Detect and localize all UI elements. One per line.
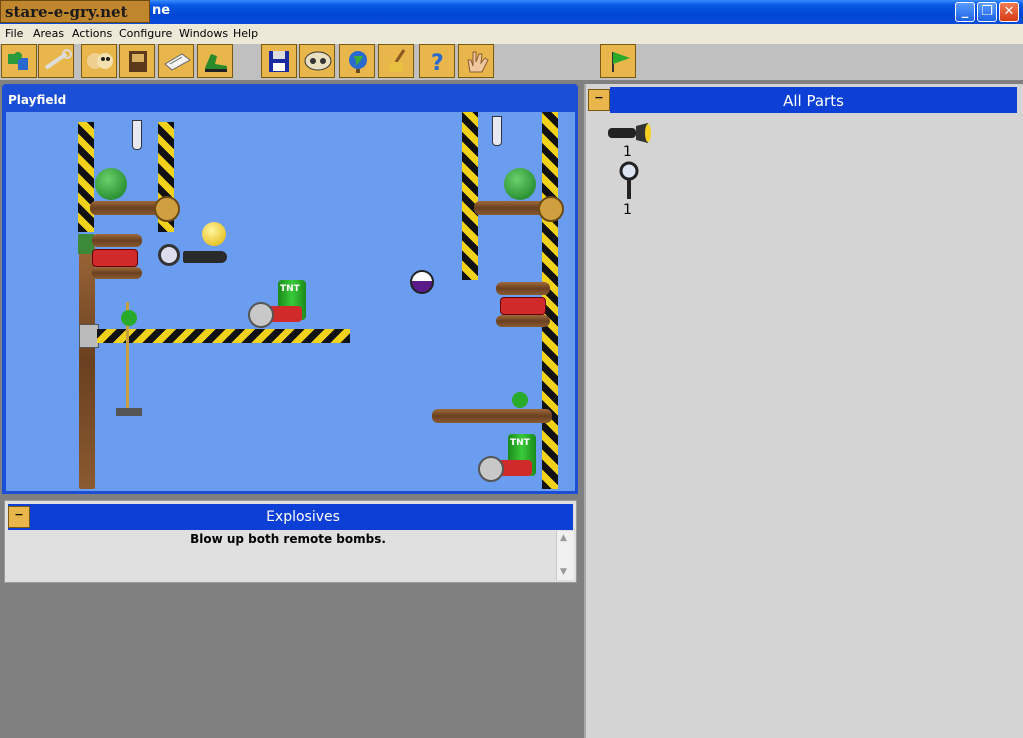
globe-button[interactable] xyxy=(339,44,375,78)
tools-button[interactable] xyxy=(38,44,74,78)
window-title: ne xyxy=(152,3,171,18)
shoe-icon xyxy=(205,54,227,72)
menu-areas[interactable]: Areas xyxy=(33,27,64,40)
menu-configure[interactable]: Configure xyxy=(119,27,172,40)
puzzle-button[interactable] xyxy=(1,44,37,78)
svg-text:?: ? xyxy=(431,51,444,74)
fan-icon xyxy=(512,392,528,408)
hand-icon xyxy=(467,51,489,73)
log-incline xyxy=(496,282,550,295)
goal-scrollbar[interactable]: ▲ ▼ xyxy=(556,531,574,580)
log-incline xyxy=(92,267,142,279)
light-bulb-icon xyxy=(202,222,226,246)
flag-icon xyxy=(612,52,630,72)
hazard-wall xyxy=(78,122,94,232)
magnifier-icon xyxy=(158,244,180,266)
goal-title: Explosives xyxy=(266,509,340,525)
tape-button[interactable] xyxy=(299,44,335,78)
log-incline xyxy=(496,315,550,327)
pulley-wheel-icon xyxy=(538,196,564,222)
tnt-label: TNT xyxy=(510,438,530,448)
playfield-canvas[interactable]: TNT TNT xyxy=(6,112,575,491)
close-button[interactable]: ✕ xyxy=(999,2,1019,22)
bowling-ball-icon xyxy=(504,168,536,200)
flashlight-icon xyxy=(183,251,227,263)
puzzle-icon xyxy=(8,52,28,70)
minimize-button[interactable]: _ xyxy=(955,2,975,22)
base-icon xyxy=(116,408,142,416)
shoe-button[interactable] xyxy=(197,44,233,78)
paper-button[interactable] xyxy=(158,44,194,78)
bowling-ball-icon xyxy=(95,168,127,200)
log-incline xyxy=(432,409,552,423)
parts-title: All Parts xyxy=(783,92,844,110)
tnt-label: TNT xyxy=(280,284,300,294)
menu-file[interactable]: File xyxy=(5,27,23,40)
globe-icon xyxy=(349,51,367,73)
flashlight-icon xyxy=(608,123,651,143)
goal-description: Blow up both remote bombs. xyxy=(190,532,386,546)
remote-dial-icon xyxy=(248,302,274,328)
test-tube-icon xyxy=(492,116,502,146)
dynamite-icon xyxy=(500,297,546,315)
save-icon xyxy=(269,51,289,72)
part-count: 1 xyxy=(623,202,632,218)
menu-actions[interactable]: Actions xyxy=(72,27,112,40)
save-button[interactable] xyxy=(261,44,297,78)
paper-icon xyxy=(164,53,191,71)
fan-icon xyxy=(121,310,137,326)
hand-button[interactable] xyxy=(458,44,494,78)
hazard-platform xyxy=(97,329,350,343)
book-button[interactable] xyxy=(119,44,155,78)
switch-box-icon xyxy=(79,324,99,348)
pulley-wheel-icon xyxy=(154,196,180,222)
faces-icon xyxy=(87,53,113,69)
magnifier-icon xyxy=(619,161,639,199)
wrench-icon xyxy=(44,49,72,70)
start-button[interactable] xyxy=(600,44,636,78)
menu-help[interactable]: Help xyxy=(233,27,258,40)
part-count: 1 xyxy=(623,144,632,160)
playfield-title: Playfield xyxy=(8,93,67,107)
part-magnifier[interactable] xyxy=(618,160,640,205)
parts-collapse-button[interactable]: − xyxy=(588,89,610,111)
broom-button[interactable] xyxy=(378,44,414,78)
help-button[interactable]: ? xyxy=(419,44,455,78)
scroll-up-icon[interactable]: ▲ xyxy=(560,533,567,543)
remote-dial-icon xyxy=(478,456,504,482)
help-icon: ? xyxy=(431,51,444,74)
dynamite-icon xyxy=(92,249,138,267)
scroll-down-icon[interactable]: ▼ xyxy=(560,567,567,577)
tape-icon xyxy=(304,51,332,71)
menu-windows[interactable]: Windows xyxy=(179,27,228,40)
faces-button[interactable] xyxy=(81,44,117,78)
menu-bar: File Areas Actions Configure Windows Hel… xyxy=(0,24,1023,44)
watermark: stare-e-gry.net xyxy=(0,0,150,23)
maximize-button[interactable]: ❐ xyxy=(977,2,997,22)
book-icon xyxy=(129,51,147,72)
parts-panel xyxy=(584,84,1023,738)
log-incline xyxy=(92,234,142,247)
broom-icon xyxy=(388,49,406,72)
marble-icon xyxy=(410,270,434,294)
toolbar: ? xyxy=(0,44,1023,81)
test-tube-icon xyxy=(132,120,142,150)
hazard-wall xyxy=(462,112,478,280)
